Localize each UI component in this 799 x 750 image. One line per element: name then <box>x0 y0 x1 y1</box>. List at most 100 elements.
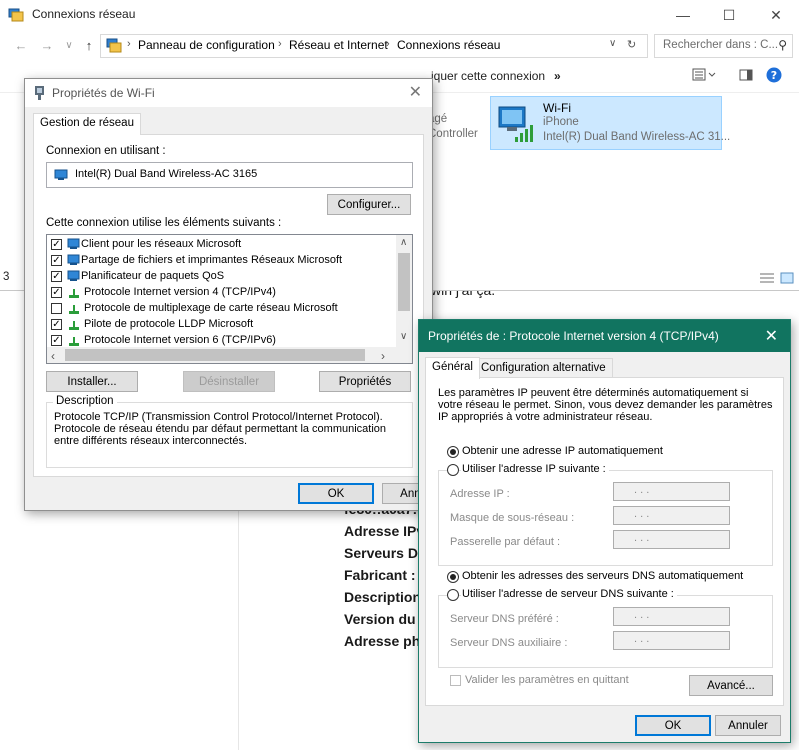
dns-preferred-input[interactable]: . . . <box>613 607 730 626</box>
wifi-dialog-titlebar: Propriétés de Wi-Fi ✕ <box>25 79 432 107</box>
scroll-thumb[interactable] <box>398 253 410 311</box>
list-item[interactable]: ✓ Client pour les réseaux Microsoft <box>51 238 396 253</box>
ip-address-input[interactable]: . . . <box>613 482 730 501</box>
advanced-button[interactable]: Avancé... <box>689 675 773 696</box>
ipv4-dialog-title: Propriétés de : Protocole Internet versi… <box>428 329 719 343</box>
adapter-field: Intel(R) Dual Band Wireless-AC 3165 <box>46 162 413 188</box>
recent-locations-icon[interactable]: ∨ <box>60 36 78 56</box>
client-icon <box>67 254 80 265</box>
minimize-button[interactable]: — <box>660 0 706 30</box>
cancel-button[interactable]: Annuler <box>715 715 781 736</box>
search-box[interactable]: Rechercher dans : C... ⚲ <box>654 34 793 58</box>
tab-alternate-config[interactable]: Configuration alternative <box>474 358 613 378</box>
close-icon[interactable]: ✕ <box>765 326 778 346</box>
list-item[interactable]: Protocole de multiplexage de carte résea… <box>51 302 396 317</box>
list-item[interactable]: ✓ Pilote de protocole LLDP Microsoft <box>51 318 396 333</box>
dns-manual-radio[interactable] <box>447 589 459 601</box>
horizontal-scrollbar[interactable]: ‹ › <box>47 347 396 363</box>
ip-manual-label[interactable]: Utiliser l'adresse IP suivante : <box>461 463 609 475</box>
ip-auto-label[interactable]: Obtenir une adresse IP automatiquement <box>462 445 663 457</box>
ip-manual-radio[interactable] <box>447 464 459 476</box>
search-placeholder: Rechercher dans : C... <box>663 39 779 51</box>
toolbar-diagnose[interactable]: iquer cette connexion <box>431 69 545 83</box>
scroll-corner <box>396 347 412 363</box>
help-icon[interactable]: ? <box>766 67 782 86</box>
vertical-scrollbar[interactable]: ∧ ∨ <box>396 235 412 347</box>
tab-general[interactable]: Général <box>425 357 480 379</box>
search-icon[interactable]: ⚲ <box>778 38 787 52</box>
list-item[interactable]: ✓ Planificateur de paquets QoS <box>51 270 396 285</box>
list-item-label: Client pour les réseaux Microsoft <box>81 238 242 250</box>
dns-preferred-label: Serveur DNS préféré : <box>450 613 559 625</box>
address-dropdown-icon[interactable]: ∨ <box>609 38 616 49</box>
ok-button[interactable]: OK <box>298 483 374 504</box>
ip-auto-radio[interactable] <box>447 446 459 458</box>
article-line-7: Adresse phy <box>344 633 429 649</box>
view-options-icon[interactable] <box>692 68 718 85</box>
scroll-left-icon[interactable]: ‹ <box>51 349 55 363</box>
list-item[interactable]: ✓ Partage de fichiers et imprimantes Rés… <box>51 254 396 269</box>
tiles-view-icon[interactable] <box>780 271 794 288</box>
tab-network[interactable]: Gestion de réseau <box>33 113 141 135</box>
forward-arrow-icon[interactable]: → <box>38 36 56 56</box>
components-list[interactable]: ✓ Client pour les réseaux Microsoft ✓ Pa… <box>46 234 413 364</box>
control-panel-icon <box>106 38 122 53</box>
maximize-button[interactable]: ☐ <box>706 0 752 30</box>
wifi-connection-tile[interactable]: Wi-Fi iPhone Intel(R) Dual Band Wireless… <box>490 96 730 150</box>
scroll-thumb[interactable] <box>65 349 365 361</box>
wifi-device-name: Intel(R) Dual Band Wireless-AC 31... <box>543 131 731 143</box>
breadcrumb-network-connections[interactable]: Connexions réseau <box>397 38 500 52</box>
install-button[interactable]: Installer... <box>46 371 138 392</box>
checkbox[interactable]: ✓ <box>51 335 62 346</box>
properties-button[interactable]: Propriétés <box>319 371 411 392</box>
refresh-icon[interactable]: ↻ <box>627 38 636 51</box>
details-view-icon[interactable] <box>760 272 774 287</box>
dns-alternate-input[interactable]: . . . <box>613 631 730 650</box>
checkbox[interactable] <box>51 303 62 314</box>
explorer-title: Connexions réseau <box>32 7 136 21</box>
adapter-name: Intel(R) Dual Band Wireless-AC 3165 <box>75 168 258 180</box>
scroll-down-icon[interactable]: ∨ <box>400 331 407 342</box>
items-label: Cette connexion utilise les éléments sui… <box>46 217 282 229</box>
back-arrow-icon[interactable]: ← <box>12 36 30 56</box>
dns-auto-radio[interactable] <box>447 571 459 583</box>
scroll-up-icon[interactable]: ∧ <box>400 237 407 248</box>
gateway-label: Passerelle par défaut : <box>450 536 561 548</box>
dns-manual-label[interactable]: Utiliser l'adresse de serveur DNS suivan… <box>461 588 677 600</box>
address-bar[interactable]: › Panneau de configuration › Réseau et I… <box>100 34 648 58</box>
breadcrumb-control-panel[interactable]: Panneau de configuration <box>138 38 275 52</box>
breadcrumb-chevron-icon: › <box>127 38 131 50</box>
checkbox[interactable]: ✓ <box>51 287 62 298</box>
checkbox[interactable]: ✓ <box>51 271 62 282</box>
toolbar-more[interactable]: » <box>554 69 561 83</box>
description-title: Description <box>53 395 117 407</box>
up-arrow-icon[interactable]: ↑ <box>80 36 98 56</box>
article-line-4: Fabricant : <box>344 567 416 583</box>
close-icon[interactable]: ✕ <box>409 82 422 102</box>
protocol-icon <box>69 305 79 314</box>
breadcrumb-network-internet[interactable]: Réseau et Internet <box>289 38 388 52</box>
dns-auto-label[interactable]: Obtenir les adresses des serveurs DNS au… <box>462 570 743 582</box>
validate-checkbox[interactable] <box>450 675 461 686</box>
ipv4-tab-page: Les paramètres IP peuvent être déterminé… <box>425 377 784 706</box>
checkbox[interactable]: ✓ <box>51 255 62 266</box>
ok-button[interactable]: OK <box>635 715 711 736</box>
list-item-label: Protocole Internet version 6 (TCP/IPv6) <box>84 334 276 346</box>
preview-pane-icon[interactable] <box>739 68 753 85</box>
list-item-label: Planificateur de paquets QoS <box>81 270 225 282</box>
explorer-navbar: ← → ∨ ↑ › Panneau de configuration › Rés… <box>0 30 799 62</box>
configure-button[interactable]: Configurer... <box>327 194 411 215</box>
list-item[interactable]: ✓ Protocole Internet version 4 (TCP/IPv4… <box>51 286 396 301</box>
close-button[interactable]: ✕ <box>753 0 799 30</box>
article-line-6: Version du p <box>344 611 429 627</box>
uninstall-button[interactable]: Désinstaller <box>183 371 275 392</box>
wifi-connection-name: Wi-Fi <box>543 101 571 115</box>
checkbox[interactable]: ✓ <box>51 319 62 330</box>
checkbox[interactable]: ✓ <box>51 239 62 250</box>
subnet-mask-input[interactable]: . . . <box>613 506 730 525</box>
scroll-right-icon[interactable]: › <box>381 349 385 363</box>
article-line-3: Serveurs DN <box>344 545 429 561</box>
gateway-input[interactable]: . . . <box>613 530 730 549</box>
client-icon <box>67 238 80 249</box>
wifi-adapter-icon <box>498 106 533 142</box>
